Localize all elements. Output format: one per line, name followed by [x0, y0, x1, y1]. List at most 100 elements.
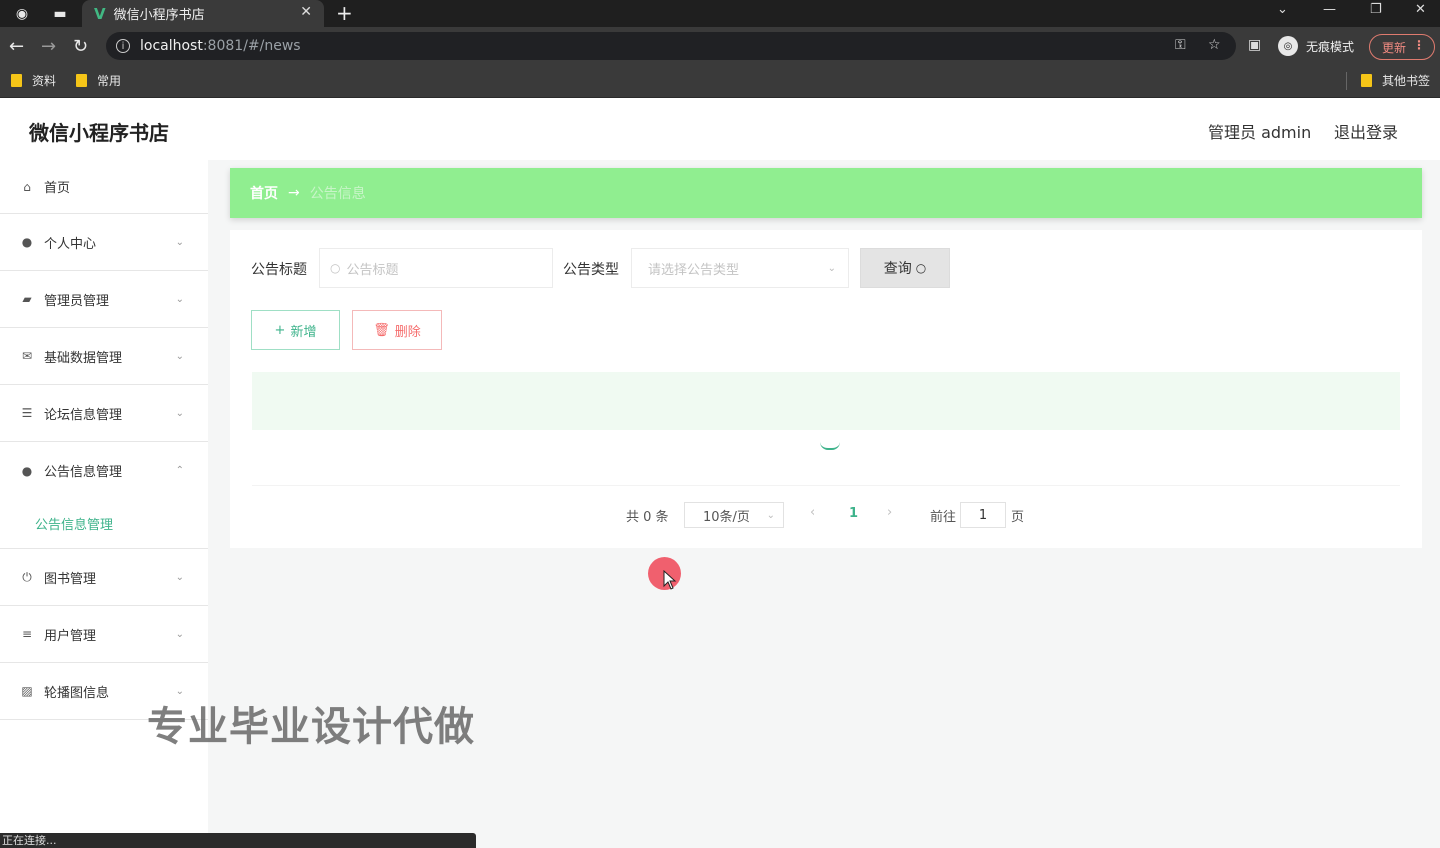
reload-icon[interactable]: ↻ [73, 36, 88, 57]
power-icon: ⏻ [22, 569, 32, 584]
logout-button[interactable]: 退出登录 [1334, 119, 1398, 143]
other-bookmarks[interactable]: 其他书签 [1361, 72, 1430, 89]
tab-close-icon[interactable]: ✕ [300, 4, 312, 20]
new-tab-icon[interactable]: + [336, 1, 353, 25]
breadcrumb-arrow-icon: → [288, 185, 300, 201]
breadcrumb-home[interactable]: 首页 [250, 183, 278, 203]
user-icon: ● [21, 235, 33, 249]
sidebar-item-label: 管理员管理 [44, 293, 110, 309]
picture-icon: ▨ [21, 684, 33, 698]
breadcrumb-current: 公告信息 [309, 186, 366, 202]
sidebar-item-admin[interactable]: ▰ 管理员管理 ⌄ [0, 271, 208, 328]
browser-tabbar: ◉ ▬ V 微信小程序书店 ✕ + ⌄ — ❐ ✕ [0, 0, 1440, 27]
sidepanel-icon[interactable]: ▣ [1248, 37, 1261, 53]
sidebar-item-users[interactable]: ≡ 用户管理 ⌄ [0, 606, 208, 663]
site-info-icon[interactable]: i [116, 39, 130, 53]
address-bar: ← → ↻ i localhost:8081/#/news ⚿ ☆ ▣ [0, 27, 1440, 65]
sidebar-item-label: 用户管理 [44, 628, 97, 644]
sidebar-item-forum[interactable]: ☰ 论坛信息管理 ⌄ [0, 385, 208, 442]
chevron-down-icon: ⌄ [827, 262, 836, 274]
add-button[interactable]: + 新增 [251, 310, 340, 350]
chevron-down-icon: ⌄ [175, 407, 184, 419]
sidebar-item-basic-data[interactable]: ✉ 基础数据管理 ⌄ [0, 328, 208, 385]
bookmark-star-icon[interactable]: ☆ [1208, 37, 1221, 53]
chevron-down-icon: ⌄ [175, 236, 184, 248]
url-path: :8081/#/news [202, 38, 301, 54]
chevron-up-icon: ⌃ [175, 465, 184, 476]
table-body [252, 430, 1400, 486]
page-suffix-label: 页 [1011, 510, 1025, 525]
goto-page-input[interactable]: 1 [960, 502, 1006, 528]
page-number[interactable]: 1 [849, 506, 858, 521]
sidebar-item-books[interactable]: ⏻ 图书管理 ⌄ [0, 549, 208, 606]
title-search-input[interactable]: ○ 公告标题 [319, 248, 553, 288]
content-panel: 公告标题 ○ 公告标题 公告类型 请选择公告类型 ⌄ 查询 ○ + 新增 🗑 删… [230, 230, 1422, 548]
add-label: 新增 [290, 324, 317, 340]
forward-icon[interactable]: → [41, 36, 56, 57]
bookmarks-bar: 资料 常用 其他书签 [0, 65, 1440, 98]
bookmark-folder-2[interactable]: 常用 [76, 72, 121, 89]
sidebar-item-profile[interactable]: ● 个人中心 ⌄ [0, 214, 208, 271]
user-icon: ● [21, 463, 33, 478]
restore-icon[interactable]: ❐ [1370, 2, 1382, 17]
bookmark-folder-1[interactable]: 资料 [11, 72, 56, 89]
browser-menu-icon[interactable]: ◉ [12, 4, 32, 24]
type-select-placeholder: 请选择公告类型 [648, 262, 740, 278]
sidebar-subitem-notice[interactable]: 公告信息管理 [0, 499, 208, 549]
sidebar-item-label: 基础数据管理 [44, 350, 123, 366]
folder-icon [11, 74, 22, 87]
incognito-indicator[interactable]: ◎ 无痕模式 [1278, 36, 1354, 56]
incognito-icon: ◎ [1278, 36, 1298, 56]
trash-icon: 🗑 [373, 322, 390, 338]
search-icon: ○ [330, 261, 341, 275]
incognito-label: 无痕模式 [1306, 39, 1355, 54]
back-icon[interactable]: ← [9, 36, 24, 57]
sidebar-item-label: 论坛信息管理 [44, 407, 123, 423]
chevron-down-icon: ⌄ [175, 628, 184, 640]
window-icon[interactable]: ▬ [50, 4, 70, 24]
query-button[interactable]: 查询 ○ [860, 248, 950, 288]
folder-icon [1361, 74, 1372, 87]
vue-logo-icon: V [94, 4, 106, 23]
key-icon[interactable]: ⚿ [1175, 37, 1186, 53]
more-menu-icon[interactable]: ⋮ [1413, 38, 1425, 52]
sliders-icon: ≡ [21, 627, 33, 641]
loading-spinner-icon [820, 442, 840, 450]
update-button[interactable]: 更新 ⋮ [1369, 34, 1435, 60]
query-label: 查询 [883, 261, 912, 277]
page-size-select[interactable]: 10条/页 ⌄ [684, 502, 784, 528]
mail-icon: ✉ [21, 349, 33, 363]
url-host: localhost [140, 38, 203, 54]
type-select[interactable]: 请选择公告类型 ⌄ [631, 248, 849, 288]
page-size-value: 10条/页 [703, 509, 750, 525]
breadcrumb: 首页 → 公告信息 [230, 168, 1422, 218]
goto-label: 前往 [930, 510, 957, 525]
sidebar-item-label: 轮播图信息 [44, 685, 110, 701]
tab-title: 微信小程序书店 [113, 8, 205, 23]
next-page-icon[interactable]: › [887, 505, 892, 520]
bookmark-label: 常用 [97, 74, 122, 88]
browser-tab[interactable]: V 微信小程序书店 ✕ [82, 0, 324, 27]
status-bar: 正在连接... [0, 833, 476, 848]
current-user: 管理员 admin [1208, 123, 1312, 142]
sidebar-item-label: 个人中心 [44, 236, 97, 252]
list-icon: ☰ [21, 406, 33, 420]
sidebar-item-notice[interactable]: ● 公告信息管理 ⌃ [0, 442, 208, 499]
home-icon: ⌂ [23, 179, 31, 194]
bookmark-separator [1346, 72, 1347, 90]
prev-page-icon[interactable]: ‹ [810, 505, 815, 520]
sidebar-item-home[interactable]: ⌂ 首页 [0, 160, 208, 214]
delete-button[interactable]: 🗑 删除 [352, 310, 442, 350]
delete-label: 删除 [394, 324, 421, 340]
plus-icon: + [274, 322, 286, 338]
chevron-down-icon: ⌄ [175, 293, 184, 305]
tab-search-icon[interactable]: ⌄ [1277, 2, 1288, 17]
close-window-icon[interactable]: ✕ [1415, 2, 1426, 17]
sidebar-item-label: 首页 [44, 181, 71, 196]
mouse-cursor-icon [663, 570, 677, 590]
minimize-icon[interactable]: — [1323, 2, 1336, 17]
sidebar-item-label: 公告信息管理 [44, 465, 123, 480]
url-input[interactable]: i localhost:8081/#/news [106, 32, 1236, 60]
folder-icon [76, 74, 87, 87]
type-filter-label: 公告类型 [563, 262, 619, 278]
